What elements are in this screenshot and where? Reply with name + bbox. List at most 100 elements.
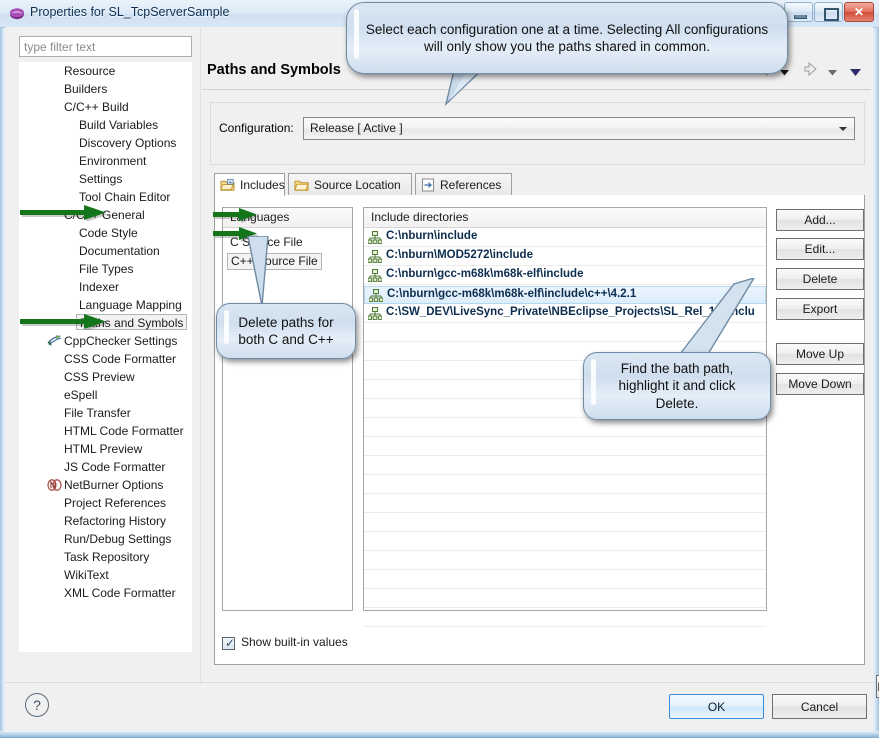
menu-dropdown-icon[interactable] (849, 64, 862, 82)
tab-source-location[interactable]: Source Location (288, 173, 412, 195)
sidebar-item-indexer[interactable]: Indexer (19, 278, 192, 296)
show-builtin-values-checkbox[interactable]: ✓ (222, 637, 235, 650)
sidebar-item-resource[interactable]: Resource (19, 62, 192, 80)
tab-label: Includes (240, 178, 285, 192)
cancel-button[interactable]: Cancel (772, 694, 867, 719)
sidebar-item-html-code-formatter[interactable]: HTML Code Formatter (19, 422, 192, 440)
netburner-icon (47, 478, 62, 492)
annotation-arrow-paths-symbols (18, 312, 110, 330)
forward-dropdown-icon[interactable] (827, 64, 838, 82)
include-directory-row[interactable]: C:\nburn\gcc-m68k\m68k-elf\include (364, 267, 766, 285)
sidebar-item-label: File Transfer (64, 404, 131, 422)
sidebar-item-label: File Types (79, 260, 133, 278)
window-title: Properties for SL_TcpServerSample (30, 5, 229, 19)
include-directory-empty-row (364, 438, 766, 456)
sidebar-item-label: Run/Debug Settings (64, 530, 171, 548)
sidebar-item-wikitext[interactable]: WikiText (19, 566, 192, 584)
references-icon (421, 178, 435, 192)
show-builtin-values-row[interactable]: ✓ Show built-in values (222, 635, 422, 655)
sidebar-item-project-references[interactable]: Project References (19, 494, 192, 512)
sidebar-item-environment[interactable]: Environment (19, 152, 192, 170)
sidebar-item-label: Discovery Options (79, 134, 176, 152)
chevron-down-icon (839, 127, 847, 131)
tab-includes[interactable]: Includes (214, 173, 285, 196)
dialog-button-bar: ? OK Cancel (5, 682, 873, 732)
sidebar-item-builders[interactable]: Builders (19, 80, 192, 98)
properties-dialog-window: Properties for SL_TcpServerSample ✕ Reso… (0, 0, 879, 738)
include-path-icon (368, 231, 382, 244)
help-icon[interactable]: ? (25, 693, 49, 717)
include-directory-empty-row (364, 533, 766, 551)
add-button[interactable]: Add... (776, 209, 864, 231)
sidebar-item-label: Settings (79, 170, 122, 188)
forward-arrow-icon[interactable] (801, 61, 819, 82)
sidebar-item-label: eSpell (64, 386, 97, 404)
callout-find-path-text: Find the bath path, highlight it and cli… (584, 360, 770, 412)
edit-button[interactable]: Edit... (776, 238, 864, 260)
sidebar-item-discovery-options[interactable]: Discovery Options (19, 134, 192, 152)
sidebar-item-label: HTML Preview (64, 440, 142, 458)
include-directory-row[interactable]: C:\nburn\gcc-m68k\m68k-elf\include\c++\4… (364, 286, 766, 304)
language-label: C++ Source File (231, 254, 318, 268)
close-button[interactable]: ✕ (844, 2, 874, 22)
include-directory-row[interactable]: C:\SW_DEV\LiveSync_Private\NBEclipse_Pro… (364, 305, 766, 323)
page-title: Paths and Symbols (207, 62, 341, 78)
tab-references[interactable]: References (415, 173, 512, 195)
sidebar-item-settings[interactable]: Settings (19, 170, 192, 188)
sidebar-item-netburner-options[interactable]: NetBurner Options (19, 476, 192, 494)
ok-button[interactable]: OK (669, 694, 764, 719)
sidebar-item-build-variables[interactable]: Build Variables (19, 116, 192, 134)
sidebar-item-file-types[interactable]: File Types (19, 260, 192, 278)
sidebar-item-label: Project References (64, 494, 166, 512)
eclipse-properties-icon (9, 6, 25, 22)
sidebar-item-refactoring-history[interactable]: Refactoring History (19, 512, 192, 530)
cppchecker-icon (47, 334, 62, 348)
tab-label: Source Location (314, 178, 401, 192)
check-icon: ✓ (225, 636, 235, 650)
sidebar-item-task-repository[interactable]: Task Repository (19, 548, 192, 566)
sidebar-item-code-style[interactable]: Code Style (19, 224, 192, 242)
callout-find-path: Find the bath path, highlight it and cli… (583, 352, 771, 420)
include-directory-path: C:\nburn\gcc-m68k\m68k-elf\include\c++\4… (387, 288, 765, 300)
include-directory-row[interactable]: C:\nburn\include (364, 229, 766, 247)
sidebar-item-run-debug-settings[interactable]: Run/Debug Settings (19, 530, 192, 548)
sidebar-item-xml-code-formatter[interactable]: XML Code Formatter (19, 584, 192, 602)
delete-button[interactable]: Delete (776, 268, 864, 290)
maximize-button[interactable] (814, 2, 843, 22)
language-item[interactable]: C++ Source File (227, 253, 322, 270)
move-down-button[interactable]: Move Down (776, 373, 864, 395)
sidebar-item-label: C/C++ Build (64, 98, 129, 116)
configuration-group: Configuration: Release [ Active ] (210, 102, 865, 165)
sidebar-item-cppchecker-settings[interactable]: CppChecker Settings (19, 332, 192, 350)
sidebar-item-js-code-formatter[interactable]: JS Code Formatter (19, 458, 192, 476)
configuration-dropdown[interactable]: Release [ Active ] (303, 117, 855, 140)
sidebar-item-label: Builders (64, 80, 107, 98)
include-directory-empty-row (364, 495, 766, 513)
includes-folder-icon (220, 178, 235, 192)
include-path-icon (368, 269, 382, 282)
include-directory-path: C:\nburn\gcc-m68k\m68k-elf\include (386, 268, 764, 280)
languages-list[interactable]: Languages C Source FileC++ Source File (222, 207, 353, 611)
sidebar-item-file-transfer[interactable]: File Transfer (19, 404, 192, 422)
show-builtin-values-label: Show built-in values (241, 635, 348, 649)
sidebar-item-espell[interactable]: eSpell (19, 386, 192, 404)
include-directory-row[interactable]: C:\nburn\MOD5272\include (364, 248, 766, 266)
filter-input[interactable] (19, 36, 192, 57)
move-up-button[interactable]: Move Up (776, 343, 864, 365)
minimize-button[interactable] (784, 2, 813, 22)
sidebar-item-label: NetBurner Options (64, 476, 163, 494)
settings-tree[interactable]: ResourceBuildersC/C++ BuildBuild Variabl… (19, 62, 192, 652)
sidebar-item-documentation[interactable]: Documentation (19, 242, 192, 260)
annotation-arrow-c-source (212, 207, 262, 223)
sidebar-item-css-code-formatter[interactable]: CSS Code Formatter (19, 350, 192, 368)
sidebar-item-c-c-build[interactable]: C/C++ Build (19, 98, 192, 116)
sidebar-item-label: WikiText (64, 566, 109, 584)
include-directory-path: C:\SW_DEV\LiveSync_Private\NBEclipse_Pro… (386, 306, 764, 318)
callout-configuration-text: Select each configuration one at a time.… (347, 21, 787, 56)
sidebar-item-label: CSS Code Formatter (64, 350, 176, 368)
sidebar-item-css-preview[interactable]: CSS Preview (19, 368, 192, 386)
sidebar-item-html-preview[interactable]: HTML Preview (19, 440, 192, 458)
include-directory-empty-row (364, 590, 766, 608)
callout-configuration: Select each configuration one at a time.… (346, 2, 788, 74)
export-button[interactable]: Export (776, 298, 864, 320)
